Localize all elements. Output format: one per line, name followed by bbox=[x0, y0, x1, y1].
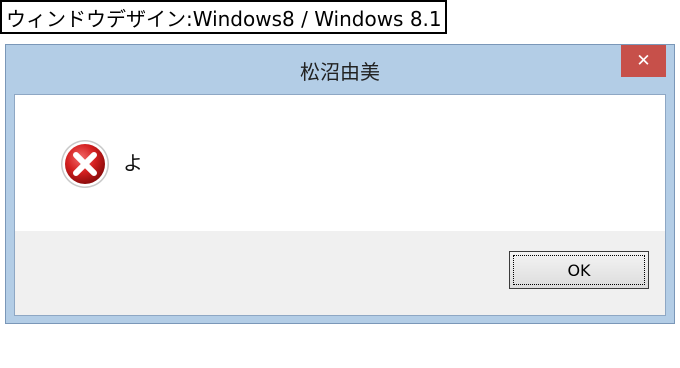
title-bar[interactable]: 松沼由美 ✕ bbox=[6, 45, 674, 94]
caption-text: ウィンドウデザイン:Windows8 / Windows 8.1 bbox=[6, 6, 442, 31]
page-caption: ウィンドウデザイン:Windows8 / Windows 8.1 bbox=[0, 0, 447, 34]
ok-button[interactable]: OK bbox=[509, 251, 649, 289]
ok-button-label: OK bbox=[567, 260, 591, 280]
message-text: よ bbox=[123, 151, 143, 175]
close-icon: ✕ bbox=[636, 51, 651, 71]
dialog-client-area: よ OK bbox=[14, 94, 666, 316]
message-dialog: 松沼由美 ✕ よ OK bbox=[5, 44, 675, 324]
dialog-title: 松沼由美 bbox=[300, 60, 380, 84]
button-bar: OK bbox=[15, 231, 665, 315]
message-area: よ bbox=[15, 95, 665, 231]
close-button[interactable]: ✕ bbox=[621, 45, 666, 77]
error-icon bbox=[61, 140, 109, 188]
